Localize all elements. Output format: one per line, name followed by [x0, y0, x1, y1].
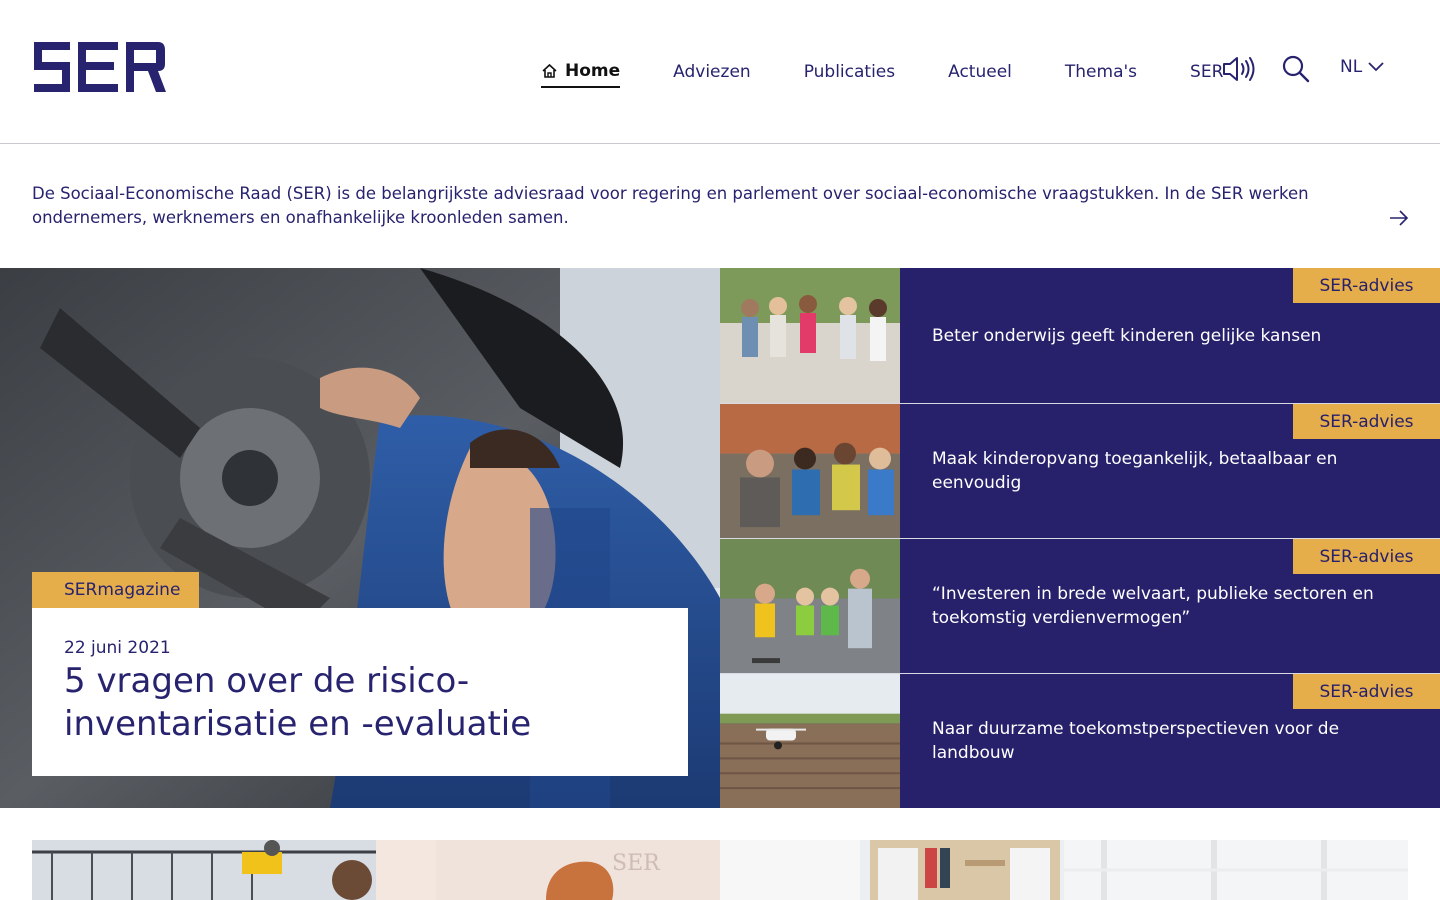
advice-item[interactable]: SER-advies Beter onderwijs geeft kindere… — [720, 268, 1440, 403]
featured-card[interactable]: 22 juni 2021 5 vragen over de risico-inv… — [32, 608, 688, 776]
nav-publicaties[interactable]: Publicaties — [804, 56, 895, 88]
nav-home[interactable]: Home — [541, 56, 621, 88]
person-ser-photo: SER — [376, 840, 720, 900]
children-playing-photo — [720, 268, 900, 403]
featured-date: 22 juni 2021 — [64, 638, 171, 658]
station-photo — [32, 840, 376, 900]
nav-home-label: Home — [565, 61, 621, 81]
language-label: NL — [1340, 57, 1363, 77]
featured-tag: SERmagazine — [32, 572, 199, 608]
site-header: Home Adviezen Publicaties Actueel Thema'… — [0, 0, 1440, 144]
news-cards: SER — [32, 840, 1408, 900]
featured-title[interactable]: 5 vragen over de risico-inventarisatie e… — [64, 660, 656, 746]
home-icon — [542, 63, 557, 78]
news-card[interactable] — [720, 840, 1064, 900]
advice-title[interactable]: “Investeren in brede welvaart, publieke … — [932, 539, 1400, 673]
advice-list: SER-advies Beter onderwijs geeft kindere… — [720, 268, 1440, 808]
advice-title[interactable]: Maak kinderopvang toegankelijk, betaalba… — [932, 404, 1400, 538]
advice-title[interactable]: Beter onderwijs geeft kinderen gelijke k… — [932, 268, 1400, 403]
advice-item[interactable]: SER-advies “Investeren in brede welvaart… — [720, 538, 1440, 673]
nav-ser[interactable]: SER — [1190, 56, 1223, 88]
window-photo — [1064, 840, 1408, 900]
svg-text:SER: SER — [612, 851, 661, 876]
search-icon[interactable] — [1282, 54, 1310, 84]
nav-actueel[interactable]: Actueel — [948, 56, 1012, 88]
speaker-icon[interactable] — [1222, 54, 1256, 84]
ser-logo-mark — [34, 42, 166, 92]
office-shelf-photo — [720, 840, 1064, 900]
drone-field-photo — [720, 674, 900, 808]
advice-item[interactable]: SER-advies Naar duurzame toekomstperspec… — [720, 673, 1440, 808]
main-nav: Home Adviezen Publicaties Actueel Thema'… — [541, 56, 1223, 88]
childcare-photo — [720, 404, 900, 538]
advice-item[interactable]: SER-advies Maak kinderopvang toegankelij… — [720, 403, 1440, 538]
skateboard-kids-photo — [720, 539, 900, 673]
intro-text: De Sociaal-Economische Raad (SER) is de … — [32, 184, 1309, 227]
arrow-right-icon[interactable] — [1389, 209, 1409, 227]
news-card[interactable] — [1064, 840, 1408, 900]
language-selector[interactable]: NL — [1340, 57, 1384, 77]
news-card[interactable] — [32, 840, 376, 900]
advice-title[interactable]: Naar duurzame toekomstperspectieven voor… — [932, 674, 1400, 808]
chevron-down-icon — [1368, 62, 1384, 72]
news-card[interactable]: SER — [376, 840, 720, 900]
ser-logo[interactable] — [32, 40, 166, 94]
featured-article[interactable]: SERmagazine 22 juni 2021 5 vragen over d… — [0, 268, 720, 808]
nav-adviezen[interactable]: Adviezen — [673, 56, 751, 88]
nav-themas[interactable]: Thema's — [1065, 56, 1137, 88]
